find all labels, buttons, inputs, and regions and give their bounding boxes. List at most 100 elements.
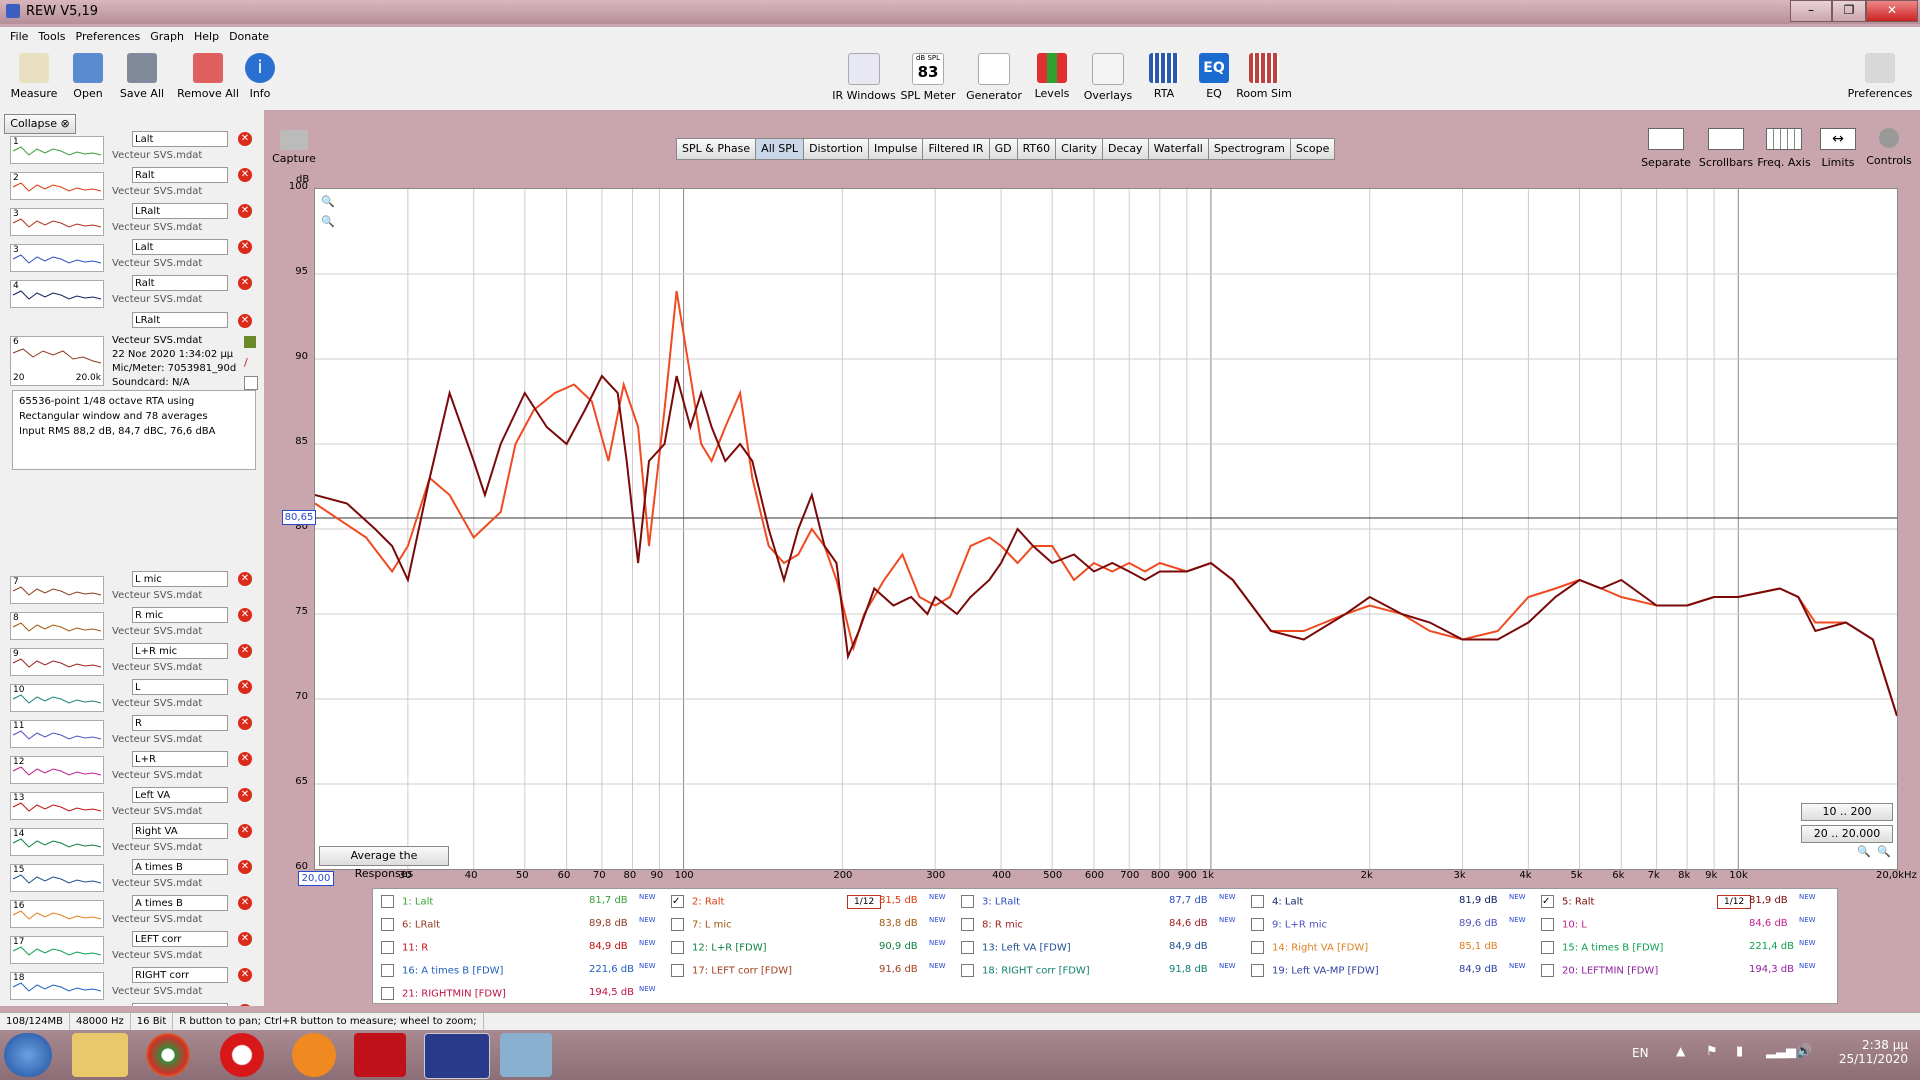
legend-item[interactable]: 1: Lalt 81,7 dB NEW [381,893,663,911]
measurement-thumbnail[interactable]: 7 [10,576,104,604]
trace-checkbox[interactable] [381,918,394,931]
tab-impulse[interactable]: Impulse [867,138,924,160]
measurement-thumbnail[interactable]: 15 [10,864,104,892]
trace-checkbox[interactable] [1251,941,1264,954]
measurement-name-field[interactable]: L+R [132,751,228,767]
legend-item[interactable]: 11: R 84,9 dB NEW [381,939,663,957]
zoom-out-icon[interactable]: 🔍 [321,215,335,228]
selected-measurement[interactable]: LRalt ✕ 6 20 20.0k Vecteur SVS.mdat 22 Noε 202… [0,312,264,572]
measurement-name-field[interactable]: RIGHT corr [132,967,228,983]
trace-checkbox[interactable] [1251,964,1264,977]
tab-rt60[interactable]: RT60 [1016,138,1057,160]
remove-measurement-icon[interactable]: ✕ [238,168,252,182]
zoom-x-icon[interactable]: 🔍 [1857,845,1871,858]
tab-decay[interactable]: Decay [1102,138,1149,160]
measurement-thumbnail[interactable]: 4 [10,280,104,308]
range-20-20000-button[interactable]: 20 .. 20.000 [1801,825,1893,843]
measurement-thumbnail[interactable]: 3 [10,208,104,236]
trace-checkbox[interactable] [961,895,974,908]
remove-measurement-icon[interactable]: ✕ [238,204,252,218]
app-taskbar-icon[interactable] [354,1033,406,1077]
tray-up-icon[interactable]: ▲ [1676,1044,1685,1058]
menu-donate[interactable]: Donate [229,27,269,47]
measurement-row[interactable]: 1 Lalt Vecteur SVS.mdat ✕ [0,131,264,168]
volume-icon[interactable]: 🔊 [1796,1044,1812,1059]
legend-item[interactable]: 15: A times B [FDW] 221,4 dB NEW [1541,939,1823,957]
measurement-thumbnail[interactable]: 6 20 20.0k [10,336,104,386]
measurement-row[interactable]: 19Left VA-MPVecteur SVS.mdat✕ [0,1003,264,1006]
close-button[interactable]: ✕ [1866,0,1918,22]
average-responses-button[interactable]: Average the Responses [319,846,449,880]
edit-icon[interactable] [244,336,256,348]
measurement-name-field[interactable]: Left VA [132,787,228,803]
trace-checkbox[interactable] [671,964,684,977]
zoom-y-icon[interactable]: 🔍 [1877,845,1891,858]
clock[interactable]: 2:38 μμ 25/11/2020 [1836,1038,1908,1066]
legend-item[interactable]: 10: L 84,6 dB NEW [1541,916,1823,934]
tab-gd[interactable]: GD [988,138,1018,160]
trace-checkbox[interactable]: ✓ [1541,895,1554,908]
ir-windows-button[interactable]: IR Windows [830,47,898,107]
legend-item[interactable]: 9: L+R mic 89,6 dB NEW [1251,916,1533,934]
trace-checkbox[interactable] [1251,895,1264,908]
save-all-button[interactable]: Save All [110,47,174,107]
start-button[interactable] [4,1033,52,1077]
language-indicator[interactable]: EN [1632,1046,1649,1060]
measurement-thumbnail[interactable]: 12 [10,756,104,784]
trace-checkbox[interactable] [961,918,974,931]
measurement-row[interactable]: 8 R mic Vecteur SVS.mdat ✕ [0,607,264,644]
tab-waterfall[interactable]: Waterfall [1147,138,1209,160]
measurement-thumbnail[interactable]: 17 [10,936,104,964]
trace-checkbox[interactable]: ✓ [671,895,684,908]
legend-item[interactable]: 14: Right VA [FDW] 85,1 dB [1251,941,1533,957]
remove-measurement-icon[interactable]: ✕ [238,716,252,730]
measurement-row[interactable]: 3 Lalt Vecteur SVS.mdat ✕ [0,239,264,276]
legend-item[interactable]: 12: L+R [FDW] 90,9 dB NEW [671,939,953,957]
menu-preferences[interactable]: Preferences [76,27,141,47]
measurement-thumbnail[interactable]: 16 [10,900,104,928]
trace-checkbox[interactable] [961,964,974,977]
room-sim-button[interactable]: Room Sim [1232,47,1296,107]
measurement-thumbnail[interactable]: 10 [10,684,104,712]
trace-checkbox[interactable] [961,941,974,954]
measurement-row[interactable]: 9 L+R mic Vecteur SVS.mdat ✕ [0,643,264,680]
generator-button[interactable]: Generator [962,47,1026,107]
trace-checkbox[interactable] [671,941,684,954]
remove-measurement-icon[interactable]: ✕ [238,1004,252,1006]
measurement-name-field[interactable]: L [132,679,228,695]
remove-measurement-icon[interactable]: ✕ [238,276,252,290]
legend-item[interactable]: 8: R mic 84,6 dB NEW [961,916,1243,934]
measurement-row[interactable]: 2 Ralt Vecteur SVS.mdat ✕ [0,167,264,204]
info-button[interactable]: i Info [228,47,292,107]
scrollbars-button[interactable]: Scrollbars [1694,128,1758,169]
remove-measurement-icon[interactable]: ✕ [238,680,252,694]
measurement-row[interactable]: 3 LRalt Vecteur SVS.mdat ✕ [0,203,264,240]
overlays-button[interactable]: Overlays [1076,47,1140,107]
legend-item[interactable]: 6: LRalt 89,8 dB NEW [381,916,663,934]
remove-measurement-icon[interactable]: ✕ [238,860,252,874]
smoothing-indicator[interactable]: 1/12 [1717,895,1752,909]
measurement-row[interactable]: 18 RIGHT corr Vecteur SVS.mdat ✕ [0,967,264,1004]
flag-icon[interactable]: ⚑ [1706,1044,1718,1059]
smoothing-indicator[interactable]: 1/12 [847,895,882,909]
measurement-name-field[interactable]: Right VA [132,823,228,839]
remove-measurement-icon[interactable]: ✕ [238,608,252,622]
measurement-notes[interactable]: 65536-point 1/48 octave RTA using Rectan… [12,390,256,470]
preferences-button[interactable]: Preferences [1844,47,1916,107]
zoom-in-icon[interactable]: 🔍 [321,195,335,208]
rew-taskbar-icon[interactable] [424,1033,490,1079]
measurement-row[interactable]: 17 LEFT corr Vecteur SVS.mdat ✕ [0,931,264,968]
legend-item[interactable]: 3: LRalt 87,7 dB NEW [961,893,1243,911]
trace-checkbox[interactable] [671,918,684,931]
measurement-row[interactable]: 7 L mic Vecteur SVS.mdat ✕ [0,571,264,608]
tab-clarity[interactable]: Clarity [1055,138,1104,160]
measurement-name-field[interactable]: R [132,715,228,731]
measurement-thumbnail[interactable]: 13 [10,792,104,820]
remove-measurement-icon[interactable]: ✕ [238,644,252,658]
measurement-thumbnail[interactable]: 9 [10,648,104,676]
paint-taskbar-icon[interactable] [500,1033,552,1077]
controls-button[interactable]: Controls [1858,128,1920,167]
trace-checkbox[interactable] [381,941,394,954]
chrome-taskbar-icon[interactable] [146,1033,190,1077]
minimize-button[interactable]: – [1790,0,1832,22]
